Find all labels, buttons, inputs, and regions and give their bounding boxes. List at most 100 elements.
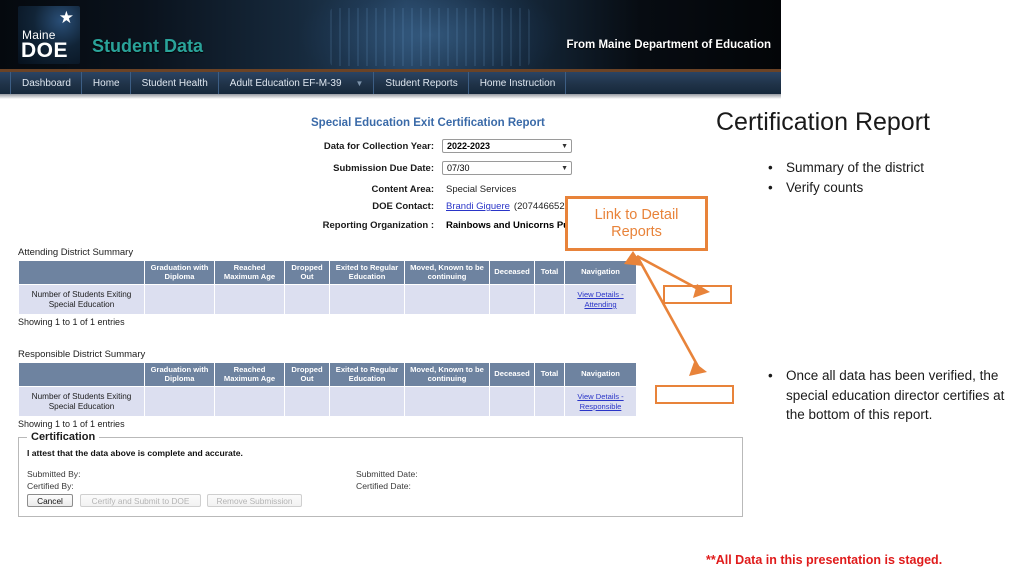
chevron-down-icon: ▼ (561, 142, 568, 150)
column-header[interactable]: Reached Maximum Age (214, 361, 285, 388)
table-cell (144, 386, 215, 418)
column-header[interactable]: Deceased (489, 259, 535, 286)
table-cell (489, 284, 535, 316)
report-title: Special Education Exit Certification Rep… (311, 117, 545, 129)
table-caption: Responsible District Summary (18, 349, 146, 360)
due-date-select[interactable]: 07/30 ▼ (442, 161, 572, 175)
bullet-text: Summary of the district (786, 160, 925, 175)
table-cell (214, 284, 285, 316)
column-header[interactable]: Moved, Known to be continuing (404, 259, 490, 286)
collection-year-value: 2022-2023 (447, 141, 491, 151)
nav-item-label: Student Reports (385, 77, 458, 89)
table-footer-count: Showing 1 to 1 of 1 entries (18, 419, 125, 429)
nav-item-student-health[interactable]: Student Health (131, 72, 219, 94)
doe-contact-row: DOE Contact: Brandi Giguere (2074466526) (311, 201, 573, 212)
nav-item-home-instruction[interactable]: Home Instruction (469, 72, 567, 94)
certified-date-label: Certified Date: (356, 481, 411, 491)
column-header[interactable]: Exited to Regular Education (329, 361, 405, 388)
slide-canvas: ★ Maine DOE Student Data From Maine Depa… (0, 0, 1024, 576)
certified-by-label: Certified By: (27, 481, 74, 491)
column-header[interactable]: Total (534, 259, 565, 286)
certify-and-submit-button[interactable]: Certify and Submit to DOE (80, 494, 201, 507)
bullet-list-top: • Summary of the district • Verify counts (768, 158, 1018, 197)
nav-item-label: Home Instruction (479, 77, 556, 89)
content-area-value: Special Services (446, 184, 517, 195)
column-header[interactable] (18, 361, 145, 388)
table-cell (214, 386, 285, 418)
table-cell (404, 386, 490, 418)
table-caption: Attending District Summary (18, 247, 134, 258)
application-screenshot: ★ Maine DOE Student Data From Maine Depa… (0, 0, 781, 520)
column-header[interactable]: Total (534, 361, 565, 388)
column-header[interactable]: Dropped Out (284, 259, 330, 286)
nav-item-home[interactable]: Home (82, 72, 131, 94)
column-header[interactable]: Moved, Known to be continuing (404, 361, 490, 388)
bullet-item: • Verify counts (768, 178, 1018, 198)
remove-submission-button[interactable]: Remove Submission (207, 494, 302, 507)
nav-item-adult-education-ef-m-39[interactable]: Adult Education EF-M-39 ▼ (219, 72, 375, 94)
table-cell (329, 284, 405, 316)
content-area-row: Content Area: Special Services (311, 184, 517, 195)
doe-contact-link[interactable]: Brandi Giguere (446, 201, 510, 212)
reporting-org-label: Reporting Organization : (322, 220, 434, 231)
table-cell (534, 386, 565, 418)
due-date-label: Submission Due Date: (333, 162, 434, 174)
table-footer-count: Showing 1 to 1 of 1 entries (18, 317, 125, 327)
collection-year-row: Data for Collection Year: 2022-2023 ▼ (311, 139, 572, 153)
table-cell (144, 284, 215, 316)
nav-item-label: Dashboard (22, 77, 71, 89)
summary-table: Graduation with Diploma Reached Maximum A… (18, 259, 637, 316)
nav-item-label: Adult Education EF-M-39 (229, 77, 342, 89)
bullet-text: Once all data has been verified, the spe… (786, 368, 1005, 423)
submitted-date-label: Submitted Date: (356, 469, 418, 479)
bullet-item: • Summary of the district (768, 158, 1018, 178)
chevron-down-icon: ▼ (355, 78, 364, 88)
navigation-cell: View Details - Attending (564, 284, 637, 316)
row-label: Number of Students Exiting Special Educa… (18, 386, 145, 418)
column-header[interactable]: Dropped Out (284, 361, 330, 388)
certification-attestation: I attest that the data above is complete… (27, 448, 243, 458)
app-header: ★ Maine DOE Student Data From Maine Depa… (0, 0, 781, 69)
bullet-item: • Once all data has been verified, the sp… (768, 366, 1020, 425)
due-date-row: Submission Due Date: 07/30 ▼ (311, 161, 572, 175)
collection-year-select[interactable]: 2022-2023 ▼ (442, 139, 572, 153)
table-cell (404, 284, 490, 316)
cancel-button[interactable]: Cancel (27, 494, 73, 507)
column-header[interactable]: Graduation with Diploma (144, 361, 215, 388)
column-header[interactable]: Deceased (489, 361, 535, 388)
nav-item-student-reports[interactable]: Student Reports (374, 72, 469, 94)
link-to-detail-callout: Link to Detail Reports (565, 196, 708, 251)
nav-item-dashboard[interactable]: Dashboard (10, 72, 82, 94)
column-header[interactable]: Graduation with Diploma (144, 259, 215, 286)
bullet-dot-icon: • (768, 179, 773, 195)
view-details-link[interactable]: View Details - Attending (577, 290, 623, 309)
column-header[interactable]: Exited to Regular Education (329, 259, 405, 286)
certification-panel: Certification I attest that the data abo… (18, 431, 743, 517)
column-header[interactable]: Navigation (564, 259, 637, 286)
navigation-cell: View Details - Responsible (564, 386, 637, 418)
bullet-dot-icon: • (768, 368, 773, 383)
view-details-attending-highlight (663, 285, 732, 304)
collection-year-label: Data for Collection Year: (323, 140, 434, 152)
row-label: Number of Students Exiting Special Educa… (18, 284, 145, 316)
star-icon: ★ (58, 8, 74, 27)
app-title: Student Data (92, 36, 204, 56)
table-cell (284, 284, 330, 316)
due-date-value: 07/30 (447, 163, 470, 173)
table-cell (284, 386, 330, 418)
column-header[interactable]: Reached Maximum Age (214, 259, 285, 286)
column-header[interactable] (18, 259, 145, 286)
bullet-dot-icon: • (768, 160, 773, 175)
maine-doe-logo: ★ Maine DOE (18, 6, 80, 64)
table-cell (329, 386, 405, 418)
bullet-list-bottom: • Once all data has been verified, the sp… (768, 366, 1020, 425)
certification-legend: Certification (27, 431, 100, 443)
view-details-link[interactable]: View Details - Responsible (577, 392, 623, 411)
staged-data-note: **All Data in this presentation is stage… (706, 553, 943, 567)
column-header[interactable]: Navigation (564, 361, 637, 388)
table-row: Number of Students Exiting Special Educa… (18, 386, 637, 418)
table-cell (489, 386, 535, 418)
table-cell (534, 284, 565, 316)
app-subtitle: From Maine Department of Education (566, 39, 771, 51)
nav-shadow (0, 94, 781, 99)
